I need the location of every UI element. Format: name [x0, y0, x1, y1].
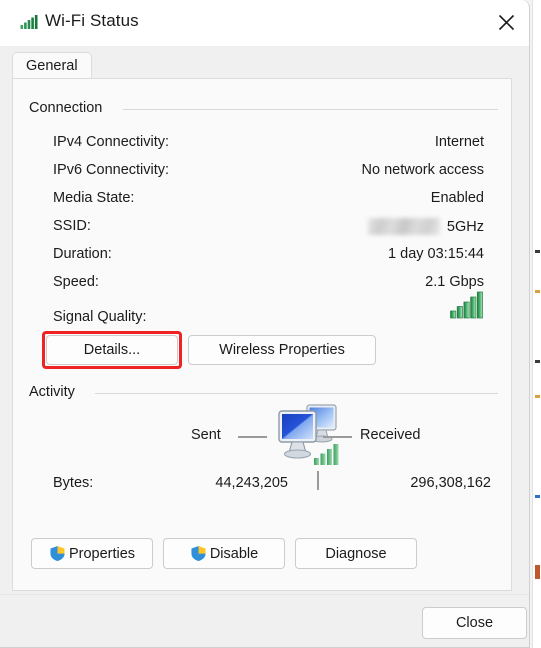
background-fleck — [535, 290, 540, 293]
media-state-value: Enabled — [430, 190, 484, 206]
close-icon[interactable] — [483, 0, 529, 44]
bytes-received-value: 296,308,162 — [410, 475, 491, 491]
ssid-value-group: 5GHz — [367, 218, 484, 235]
wireless-properties-button[interactable]: Wireless Properties — [188, 335, 376, 365]
ssid-label: SSID: — [53, 218, 91, 234]
received-label: Received — [360, 427, 421, 443]
ipv4-connectivity-label: IPv4 Connectivity: — [53, 134, 170, 150]
diagnose-button[interactable]: Diagnose — [295, 538, 417, 569]
ssid-value: 5GHz — [446, 218, 484, 235]
bytes-divider — [317, 471, 319, 490]
connection-group-divider — [123, 109, 498, 110]
background-sliver — [532, 0, 541, 648]
ipv4-connectivity-value: Internet — [434, 134, 484, 150]
background-fleck — [535, 250, 540, 253]
background-fleck — [535, 565, 540, 579]
wifi-status-dialog: Wi-Fi Status General Connection IPv4 Con… — [0, 0, 530, 648]
close-button[interactable]: Close — [422, 607, 527, 639]
background-fleck — [535, 395, 540, 398]
disable-button-label: Disable — [209, 545, 259, 562]
background-fleck — [535, 495, 540, 498]
background-fleck — [535, 360, 540, 363]
ipv6-connectivity-value: No network access — [361, 162, 485, 178]
ssid-redacted-block — [367, 218, 440, 235]
tab-strip: General — [0, 46, 529, 78]
signal-bars-icon — [450, 291, 485, 324]
sent-connector-dash — [238, 436, 267, 438]
page-title: Wi-Fi Status — [45, 11, 139, 30]
disable-button[interactable]: Disable — [163, 538, 285, 569]
tab-general[interactable]: General — [12, 52, 92, 78]
ipv6-connectivity-label: IPv6 Connectivity: — [53, 162, 170, 178]
close-button-label: Close — [455, 615, 494, 631]
duration-label: Duration: — [53, 246, 112, 262]
activity-group-title: Activity — [29, 384, 83, 400]
signal-quality-label: Signal Quality: — [53, 309, 147, 325]
bytes-label: Bytes: — [53, 475, 94, 491]
uac-shield-icon — [49, 545, 66, 563]
title-bar: Wi-Fi Status — [0, 0, 529, 46]
bytes-sent-value: 44,243,205 — [215, 475, 288, 491]
connection-group-title: Connection — [29, 100, 111, 116]
details-button-label: Details... — [83, 342, 141, 358]
duration-value: 1 day 03:15:44 — [388, 246, 484, 262]
uac-shield-icon — [190, 545, 207, 563]
speed-value: 2.1 Gbps — [425, 274, 484, 290]
general-tab-page: Connection IPv4 Connectivity: Internet I… — [12, 78, 512, 591]
details-button[interactable]: Details... — [46, 335, 178, 365]
footer-divider — [0, 594, 529, 595]
properties-button[interactable]: Properties — [31, 538, 153, 569]
received-connector-dash — [323, 436, 352, 438]
wireless-properties-button-label: Wireless Properties — [219, 342, 345, 358]
wifi-signal-icon — [20, 14, 38, 30]
media-state-label: Media State: — [53, 190, 135, 206]
speed-label: Speed: — [53, 274, 99, 290]
activity-group-divider — [95, 393, 498, 394]
properties-button-label: Properties — [68, 545, 136, 562]
sent-label: Sent — [191, 427, 221, 443]
tab-general-label: General — [26, 57, 78, 74]
diagnose-button-label: Diagnose — [325, 545, 387, 562]
